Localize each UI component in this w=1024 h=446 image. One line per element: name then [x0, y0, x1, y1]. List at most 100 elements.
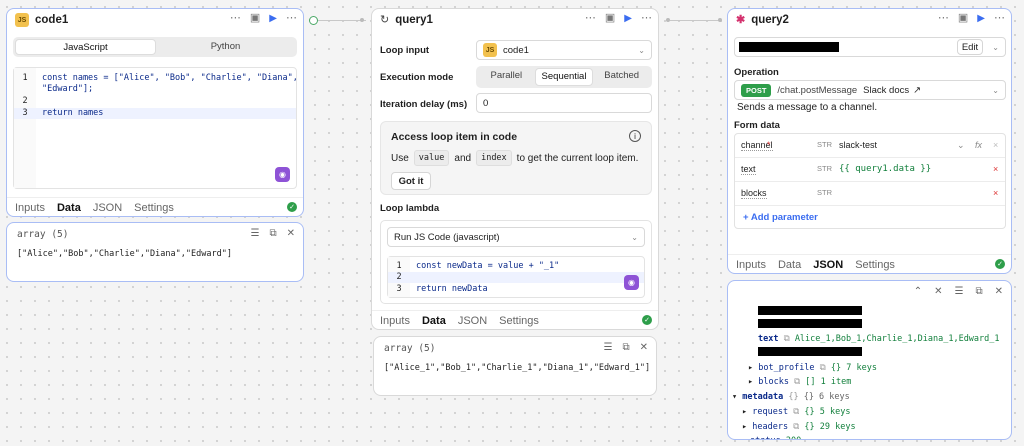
expand-icon[interactable]: ▣ [250, 13, 260, 24]
mode-batched[interactable]: Batched [593, 68, 650, 86]
tab-data[interactable]: Data [778, 259, 801, 271]
param-value[interactable]: slack-test [839, 140, 877, 150]
tab-python[interactable]: Python [156, 39, 295, 55]
connector-line [318, 20, 366, 21]
param-value[interactable]: {{ query1.data }} [839, 164, 931, 174]
lambda-select[interactable]: Run JS Code (javascript) ⌄ [387, 227, 645, 247]
query2-card[interactable]: ✱ query2 ⋯ ▣ ▶ ⋯ Edit ⌄ Operation POST /… [727, 8, 1012, 274]
param-type: STR [817, 188, 832, 197]
tab-settings[interactable]: Settings [855, 259, 895, 271]
mode-sequential[interactable]: Sequential [534, 68, 594, 86]
tab-inputs[interactable]: Inputs [380, 315, 410, 327]
param-type: STR [817, 140, 832, 149]
copy-icon[interactable]: ⧉ [820, 363, 826, 373]
index-chip: index [476, 150, 512, 166]
input-handle[interactable] [360, 18, 364, 22]
line-number: 1 [22, 73, 28, 83]
copy-icon[interactable]: ⧉ [793, 422, 799, 432]
result-value: ["Alice","Bob","Charlie","Diana","Edward… [17, 249, 232, 259]
copy-icon[interactable]: ⧉ [793, 407, 799, 417]
form-data-label: Form data [734, 120, 780, 131]
external-link-icon[interactable]: ↗ [913, 85, 921, 96]
tab-settings[interactable]: Settings [134, 202, 174, 214]
tab-javascript[interactable]: JavaScript [15, 39, 156, 55]
node-title: query1 [395, 14, 433, 26]
run-icon[interactable]: ▶ [624, 13, 632, 24]
more-icon[interactable]: ⋯ [641, 13, 652, 24]
collapse-all-icon[interactable]: ⌃ [914, 286, 922, 297]
more-icon[interactable]: ⋯ [994, 13, 1005, 24]
chevron-down-icon[interactable]: ⌄ [957, 140, 965, 151]
run-icon[interactable]: ▶ [977, 13, 985, 24]
json-row-blocks[interactable]: ▸ blocks ⧉ [] 1 item [748, 377, 851, 387]
expand-icon[interactable]: ▣ [605, 13, 615, 24]
loop-icon: ↻ [380, 13, 390, 26]
slack-icon: ✱ [736, 13, 746, 26]
expand-all-icon[interactable]: ✕ [934, 286, 942, 297]
info-text: Use value and index to get the current l… [391, 150, 638, 166]
code1-header: JS code1 ⋯ ▣ ▶ ⋯ [7, 9, 303, 31]
output-handle[interactable] [666, 18, 670, 22]
remove-icon[interactable]: × [993, 140, 998, 150]
more-icon[interactable]: ⋯ [230, 13, 241, 24]
query1-card[interactable]: ↻ query1 ⋯ ▣ ▶ ⋯ Loop input JS code1 ⌄ E… [371, 8, 659, 330]
copy-icon[interactable]: ⧉ [794, 377, 800, 387]
remove-icon[interactable]: × [993, 188, 998, 198]
input-handle[interactable] [718, 18, 722, 22]
format-icon[interactable]: ☰ [251, 228, 260, 239]
line-number: 2 [22, 96, 28, 106]
copy-icon[interactable]: ⧉ [269, 228, 276, 239]
json-row-metadata[interactable]: ▾ metadata {} {} 6 keys [732, 392, 850, 402]
line-number: 3 [22, 108, 28, 118]
param-key: blocks [741, 188, 767, 199]
output-handle[interactable] [309, 16, 318, 25]
remove-icon[interactable]: × [993, 164, 998, 174]
bottom-tabs: Inputs Data JSON Settings [7, 197, 303, 217]
result-header: array (5) [17, 229, 69, 240]
tab-json[interactable]: JSON [93, 202, 122, 214]
tab-json[interactable]: JSON [458, 315, 487, 327]
tab-inputs[interactable]: Inputs [736, 259, 766, 271]
code-editor[interactable]: 1 2 3 const names = ["Alice", "Bob", "Ch… [13, 67, 298, 189]
close-icon[interactable]: ✕ [640, 342, 648, 353]
close-icon[interactable]: ✕ [995, 286, 1003, 297]
format-icon[interactable]: ☰ [955, 286, 964, 297]
tab-json[interactable]: JSON [813, 259, 843, 274]
lambda-editor[interactable]: 1 2 3 const newData = value + "_1" retur… [387, 256, 645, 298]
close-icon[interactable]: ✕ [287, 228, 295, 239]
redacted-field [758, 347, 862, 356]
function-icon[interactable]: fx [975, 140, 982, 150]
more-icon[interactable]: ⋯ [585, 13, 596, 24]
operation-select[interactable]: POST /chat.postMessage Slack docs ↗ ⌄ [734, 80, 1006, 100]
ai-assist-icon[interactable]: ◉ [275, 167, 290, 182]
json-row-request[interactable]: ▸ request ⧉ {} 5 keys [742, 407, 850, 417]
chevron-right-icon: ▸ [748, 377, 754, 387]
query2-json-result: ⌃ ✕ ☰ ⧉ ✕ text ⧉ Alice_1,Bob_1,Charlie_1… [727, 280, 1012, 440]
more-icon[interactable]: ⋯ [286, 13, 297, 24]
edit-button[interactable]: Edit [957, 39, 983, 55]
expand-icon[interactable]: ▣ [958, 13, 968, 24]
run-icon[interactable]: ▶ [269, 13, 277, 24]
format-icon[interactable]: ☰ [604, 342, 613, 353]
json-row-bot-profile[interactable]: ▸ bot_profile ⧉ {} 7 keys [748, 363, 877, 373]
iteration-delay-input[interactable]: 0 [476, 93, 652, 113]
copy-icon[interactable]: ⧉ [622, 342, 629, 353]
code1-card[interactable]: JS code1 ⋯ ▣ ▶ ⋯ JavaScript Python 1 2 3… [6, 8, 304, 217]
json-row-headers[interactable]: ▸ headers ⧉ {} 29 keys [742, 422, 856, 432]
ai-assist-icon[interactable]: ◉ [624, 275, 639, 290]
more-icon[interactable]: ⋯ [938, 13, 949, 24]
got-it-button[interactable]: Got it [391, 172, 431, 190]
copy-icon[interactable]: ⧉ [784, 334, 790, 344]
table-row: channel * STR slack-test ⌄ fx × [735, 134, 1005, 158]
mode-parallel[interactable]: Parallel [478, 68, 535, 86]
copy-icon[interactable]: ⧉ [975, 286, 982, 297]
tab-settings[interactable]: Settings [499, 315, 539, 327]
tab-data[interactable]: Data [57, 202, 81, 217]
tab-data[interactable]: Data [422, 315, 446, 330]
tab-inputs[interactable]: Inputs [15, 202, 45, 214]
chevron-right-icon: ▸ [742, 422, 748, 432]
add-parameter-button[interactable]: + Add parameter [743, 212, 818, 223]
loop-input-select[interactable]: JS code1 ⌄ [476, 40, 652, 60]
resource-select[interactable]: Edit ⌄ [734, 37, 1006, 57]
slack-docs-link[interactable]: Slack docs [863, 85, 909, 96]
